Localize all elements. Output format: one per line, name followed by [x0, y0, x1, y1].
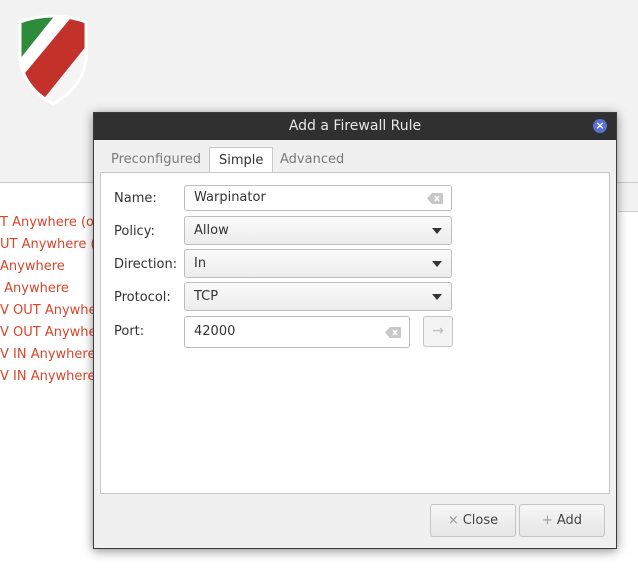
- dropdown-arrow-icon: [432, 294, 442, 300]
- port-label: Port:: [114, 324, 145, 339]
- close-x-icon: ×: [447, 513, 459, 528]
- protocol-select[interactable]: TCP: [184, 282, 452, 311]
- dropdown-arrow-icon: [432, 228, 442, 234]
- rule-row[interactable]: UT Anywhere (o: [0, 234, 104, 256]
- name-field[interactable]: Warpinator: [184, 185, 452, 211]
- direction-value: In: [194, 256, 207, 271]
- port-field[interactable]: 42000: [184, 316, 410, 348]
- port-value: 42000: [194, 324, 236, 339]
- close-window-icon[interactable]: ×: [593, 119, 607, 133]
- close-button-label: Close: [462, 513, 499, 528]
- add-button[interactable]: + Add: [519, 504, 605, 537]
- tab-preconfigured[interactable]: Preconfigured: [102, 147, 210, 173]
- rule-row[interactable]: V IN Anywhere: [0, 366, 95, 388]
- simple-tab-panel: Name: Warpinator Policy: Allow Direction…: [100, 172, 610, 494]
- direction-label: Direction:: [114, 257, 178, 272]
- close-button[interactable]: × Close: [430, 504, 516, 537]
- policy-label: Policy:: [114, 224, 155, 239]
- rule-row[interactable]: Anywhere: [0, 278, 69, 300]
- plus-icon: +: [541, 513, 553, 528]
- clear-text-icon[interactable]: [385, 327, 401, 338]
- name-label: Name:: [114, 191, 157, 206]
- policy-value: Allow: [194, 223, 229, 238]
- rule-row[interactable]: V OUT Anywhe: [0, 322, 97, 344]
- rule-row[interactable]: V IN Anywhere (: [0, 344, 105, 366]
- arrow-right-icon: →: [432, 323, 444, 339]
- tab-advanced[interactable]: Advanced: [271, 147, 353, 173]
- add-button-label: Add: [556, 513, 583, 528]
- dropdown-arrow-icon: [432, 261, 442, 267]
- protocol-label: Protocol:: [114, 290, 171, 305]
- rule-row[interactable]: T Anywhere (ou: [0, 212, 102, 234]
- shield-logo-icon: [18, 14, 88, 106]
- policy-select[interactable]: Allow: [184, 216, 452, 245]
- name-value: Warpinator: [194, 190, 266, 205]
- add-rule-dialog: Add a Firewall Rule × Preconfigured Simp…: [93, 112, 617, 549]
- protocol-value: TCP: [194, 289, 219, 304]
- direction-select[interactable]: In: [184, 249, 452, 278]
- clear-text-icon[interactable]: [427, 193, 443, 204]
- tab-simple[interactable]: Simple: [209, 147, 274, 174]
- list-header-edge: [618, 183, 638, 212]
- dialog-title: Add a Firewall Rule: [288, 118, 422, 134]
- rule-row[interactable]: Anywhere: [0, 256, 65, 278]
- rule-row[interactable]: V OUT Anywher: [0, 300, 102, 322]
- dialog-titlebar[interactable]: Add a Firewall Rule ×: [94, 113, 616, 140]
- port-apply-button[interactable]: →: [423, 316, 453, 347]
